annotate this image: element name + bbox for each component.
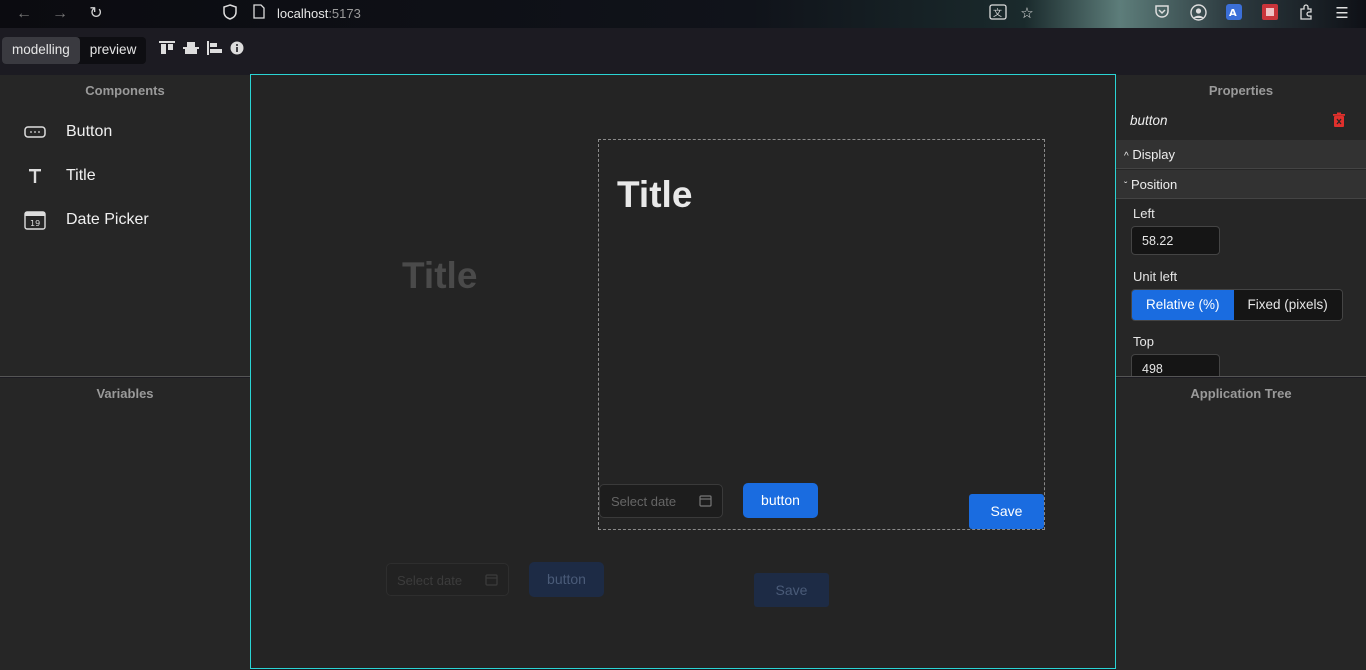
components-panel: Components Button Title 19 Date Picker	[0, 75, 250, 377]
svg-text:文: 文	[993, 7, 1002, 19]
container-button[interactable]: button	[743, 483, 818, 518]
pocket-icon[interactable]	[1152, 4, 1172, 24]
page-icon	[249, 4, 269, 24]
browser-toolbar: ← → ↻ localhost:5173 文 ☆ A ☰	[0, 0, 1366, 28]
unit-fixed-option[interactable]: Fixed (pixels)	[1233, 290, 1342, 320]
mode-switch: modelling preview	[2, 37, 147, 64]
component-datepicker-label: Date Picker	[66, 211, 149, 228]
app-toolbar	[0, 28, 1366, 74]
align-left-icon[interactable]	[206, 40, 224, 56]
variables-title: Variables	[96, 386, 154, 401]
container-save-button[interactable]: Save	[969, 494, 1044, 529]
translate-icon[interactable]: 文	[988, 4, 1008, 24]
translator-extension-icon[interactable]: A	[1224, 4, 1244, 24]
top-input[interactable]	[1131, 354, 1220, 376]
calendar-icon	[485, 573, 498, 586]
component-datepicker-item[interactable]: 19 Date Picker	[24, 208, 149, 232]
ghost-button[interactable]: button	[529, 562, 604, 597]
ghost-title[interactable]: Title	[402, 255, 477, 297]
unit-relative-option[interactable]: Relative (%)	[1132, 290, 1234, 320]
selected-element-name: button	[1130, 113, 1168, 128]
properties-title: Properties	[1208, 83, 1274, 98]
unit-left-label: Unit left	[1133, 269, 1178, 284]
url-bar[interactable]: localhost:5173	[277, 6, 361, 21]
component-button-item[interactable]: Button	[24, 120, 112, 144]
extensions-puzzle-icon[interactable]	[1296, 4, 1316, 24]
align-top-icon[interactable]	[158, 40, 176, 56]
extension-red-icon[interactable]	[1260, 4, 1280, 24]
chevron-up-icon: ^	[1124, 151, 1129, 162]
application-tree-title: Application Tree	[1190, 386, 1292, 401]
svg-text:19: 19	[30, 219, 40, 228]
url-port: :5173	[328, 6, 361, 21]
forward-icon[interactable]: →	[50, 4, 70, 24]
back-icon[interactable]: ←	[14, 4, 34, 24]
mode-modelling-button[interactable]: modelling	[2, 37, 80, 64]
menu-hamburger-icon[interactable]: ☰	[1332, 4, 1352, 24]
calendar-icon: 19	[24, 210, 46, 230]
calendar-icon	[699, 494, 712, 507]
container-date-placeholder: Select date	[611, 494, 677, 509]
components-title: Components	[85, 83, 165, 98]
container-date-picker[interactable]: Select date	[599, 484, 723, 518]
chevron-down-icon: ˇ	[1124, 181, 1128, 192]
display-section-header[interactable]: ^ Display	[1116, 140, 1366, 169]
ghost-date-picker[interactable]: Select date	[386, 563, 509, 596]
delete-icon[interactable]	[1332, 112, 1346, 128]
display-section-label: Display	[1132, 147, 1175, 162]
info-icon[interactable]	[230, 40, 248, 56]
position-section-label: Position	[1130, 177, 1178, 192]
properties-panel: Properties button ^ Display ˇ Position L…	[1116, 75, 1366, 377]
top-label: Top	[1133, 334, 1154, 349]
component-title-item[interactable]: Title	[24, 164, 96, 188]
reload-icon[interactable]: ↻	[86, 4, 106, 24]
text-icon	[24, 168, 46, 184]
position-section-header[interactable]: ˇ Position	[1116, 170, 1366, 199]
button-icon	[24, 126, 46, 138]
svg-text:A: A	[1229, 8, 1237, 19]
ghost-date-placeholder: Select date	[397, 573, 463, 588]
container-title[interactable]: Title	[617, 174, 692, 216]
url-host: localhost	[277, 6, 329, 21]
application-tree-panel: Application Tree	[1116, 378, 1366, 670]
left-input[interactable]	[1131, 226, 1220, 255]
component-button-label: Button	[66, 123, 113, 140]
bookmark-star-icon[interactable]: ☆	[1017, 4, 1037, 24]
unit-left-toggle: Relative (%) Fixed (pixels)	[1131, 289, 1343, 321]
component-title-label: Title	[66, 167, 96, 184]
variables-panel: Variables	[0, 378, 250, 670]
ghost-save-button[interactable]: Save	[754, 573, 829, 607]
mode-preview-button[interactable]: preview	[80, 37, 147, 64]
account-icon[interactable]	[1188, 4, 1208, 24]
shield-icon[interactable]	[220, 4, 240, 24]
align-middle-icon[interactable]	[182, 40, 200, 56]
left-label: Left	[1133, 206, 1155, 221]
